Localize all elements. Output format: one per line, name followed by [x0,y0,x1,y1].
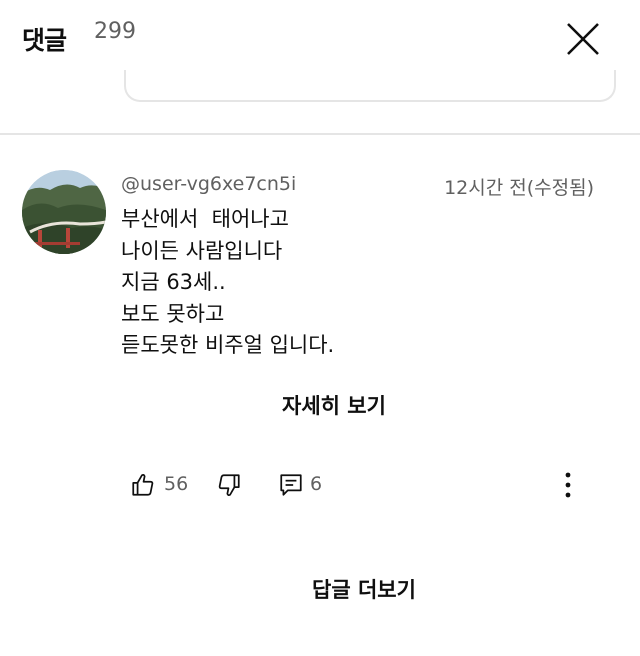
read-more-button[interactable]: 자세히 보기 [0,390,640,420]
avatar[interactable] [22,170,106,254]
thumbs-down-icon [218,474,240,496]
comment-input-box[interactable] [124,70,616,102]
comment-line: 부산에서 태어나고 [121,207,289,231]
more-options-button[interactable] [555,470,581,500]
more-vertical-icon [565,472,571,498]
like-count: 56 [164,473,189,495]
comment-line: 보도 못하고 [121,301,225,326]
comment-text: 부산에서 태어나고 나이든 사람입니다 지금 63세.. 보도 못하고 듣도못한… [121,204,334,362]
header-divider [0,133,640,135]
comment-line: 나이든 사람입니다 [121,238,283,263]
reply-icon [280,474,302,496]
close-icon [567,23,599,55]
thumbs-up-icon [132,474,154,496]
more-replies-button[interactable]: 답글 더보기 [0,574,640,604]
comment-line: 듣도못한 비주얼 입니다. [121,333,335,357]
reply-count: 6 [310,473,323,495]
comments-title: 댓글 [22,26,67,55]
close-button[interactable] [560,16,606,62]
comments-count: 299 [94,19,136,44]
comment-time: 12시간 전(수정됨) [444,177,594,199]
comment-author[interactable]: @user-vg6xe7cn5i [121,173,296,195]
dislike-button[interactable] [216,472,242,498]
comments-header: 댓글 299 [0,0,640,80]
reply-button[interactable] [278,472,304,498]
comment-line: 지금 63세.. [121,270,226,294]
like-button[interactable] [130,472,156,498]
avatar-image [22,170,106,254]
comment-actions: 56 6 [0,468,640,504]
